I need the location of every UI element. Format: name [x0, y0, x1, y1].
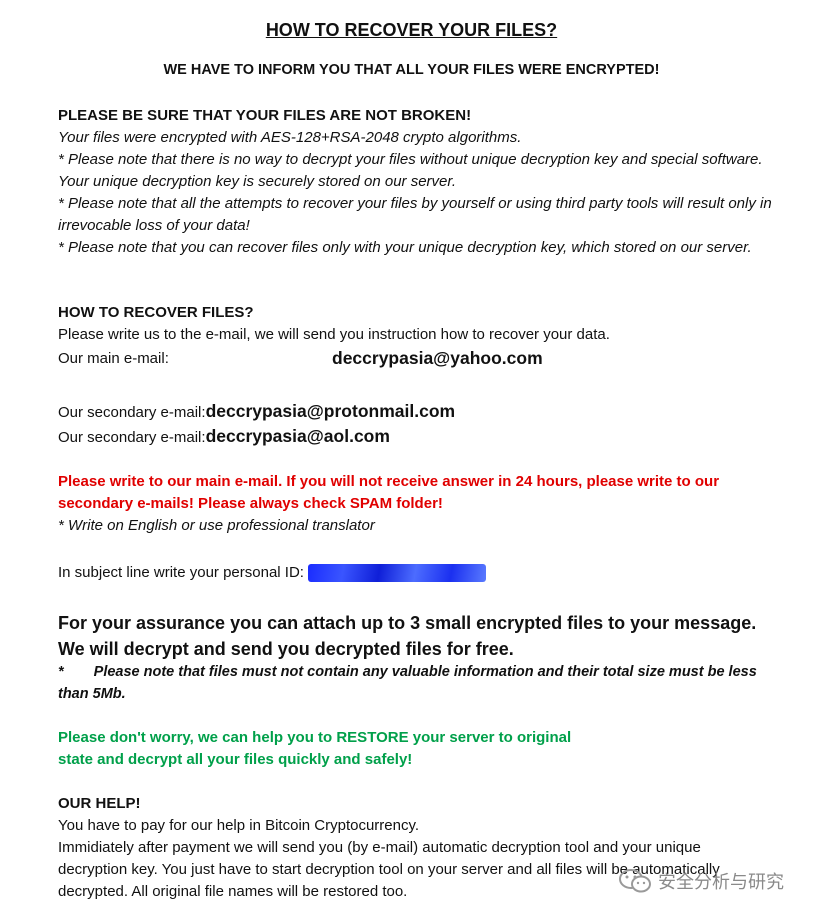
main-email-row: Our main e-mail: deccrypasia@yahoo.com — [58, 348, 778, 370]
warning-red: Please write to our main e-mail. If you … — [58, 473, 720, 512]
section1-line2: * Please note that there is no way to de… — [58, 151, 763, 190]
section2-line1: Please write us to the e-mail, we will s… — [58, 326, 610, 343]
secondary-email-address-2: deccrypasia@aol.com — [205, 426, 390, 446]
redacted-personal-id — [308, 564, 487, 583]
assurance-line2: We will decrypt and send you decrypted f… — [58, 639, 514, 659]
assurance-note-text: Please note that files must not contain … — [58, 664, 757, 702]
secondary-email-row-2: Our secondary e-mail:deccrypasia@aol.com — [58, 425, 778, 449]
main-email-address: deccrypasia@yahoo.com — [332, 348, 543, 368]
green-line1: Please don't worry, we can help you to R… — [58, 729, 572, 746]
assurance-line1: For your assurance you can attach up to … — [58, 613, 757, 633]
document-subtitle: WE HAVE TO INFORM YOU THAT ALL YOUR FILE… — [163, 62, 660, 78]
section1-line3: * Please note that all the attempts to r… — [58, 195, 772, 234]
wechat-icon — [619, 869, 651, 893]
section2-heading: HOW TO RECOVER FILES? — [58, 304, 254, 321]
watermark-text: 安全分析与研究 — [658, 872, 784, 892]
secondary-email-label-2: Our secondary e-mail: — [58, 429, 206, 446]
translator-note: * Write on English or use professional t… — [58, 517, 375, 534]
main-email-label: Our main e-mail: — [58, 350, 169, 367]
section1-line1: Your files were encrypted with AES-128+R… — [58, 129, 522, 146]
personal-id-row: In subject line write your personal ID: — [58, 562, 778, 584]
secondary-email-row-1: Our secondary e-mail:deccrypasia@protonm… — [58, 400, 778, 424]
secondary-email-address-1: deccrypasia@protonmail.com — [205, 401, 456, 421]
watermark: 安全分析与研究 — [618, 868, 784, 894]
document-title: HOW TO RECOVER YOUR FILES? — [265, 20, 558, 40]
help-line1: You have to pay for our help in Bitcoin … — [58, 817, 420, 834]
section1-heading: PLEASE BE SURE THAT YOUR FILES ARE NOT B… — [58, 107, 472, 124]
green-line2: state and decrypt all your files quickly… — [58, 751, 413, 768]
assurance-note-star: * — [58, 664, 64, 680]
assurance-note: * Please note that files must not contain… — [58, 661, 778, 705]
help-heading: OUR HELP! — [58, 795, 141, 812]
secondary-email-label-1: Our secondary e-mail: — [58, 404, 206, 421]
personal-id-label: In subject line write your personal ID: — [58, 564, 304, 581]
section1-line4: * Please note that you can recover files… — [58, 239, 752, 256]
